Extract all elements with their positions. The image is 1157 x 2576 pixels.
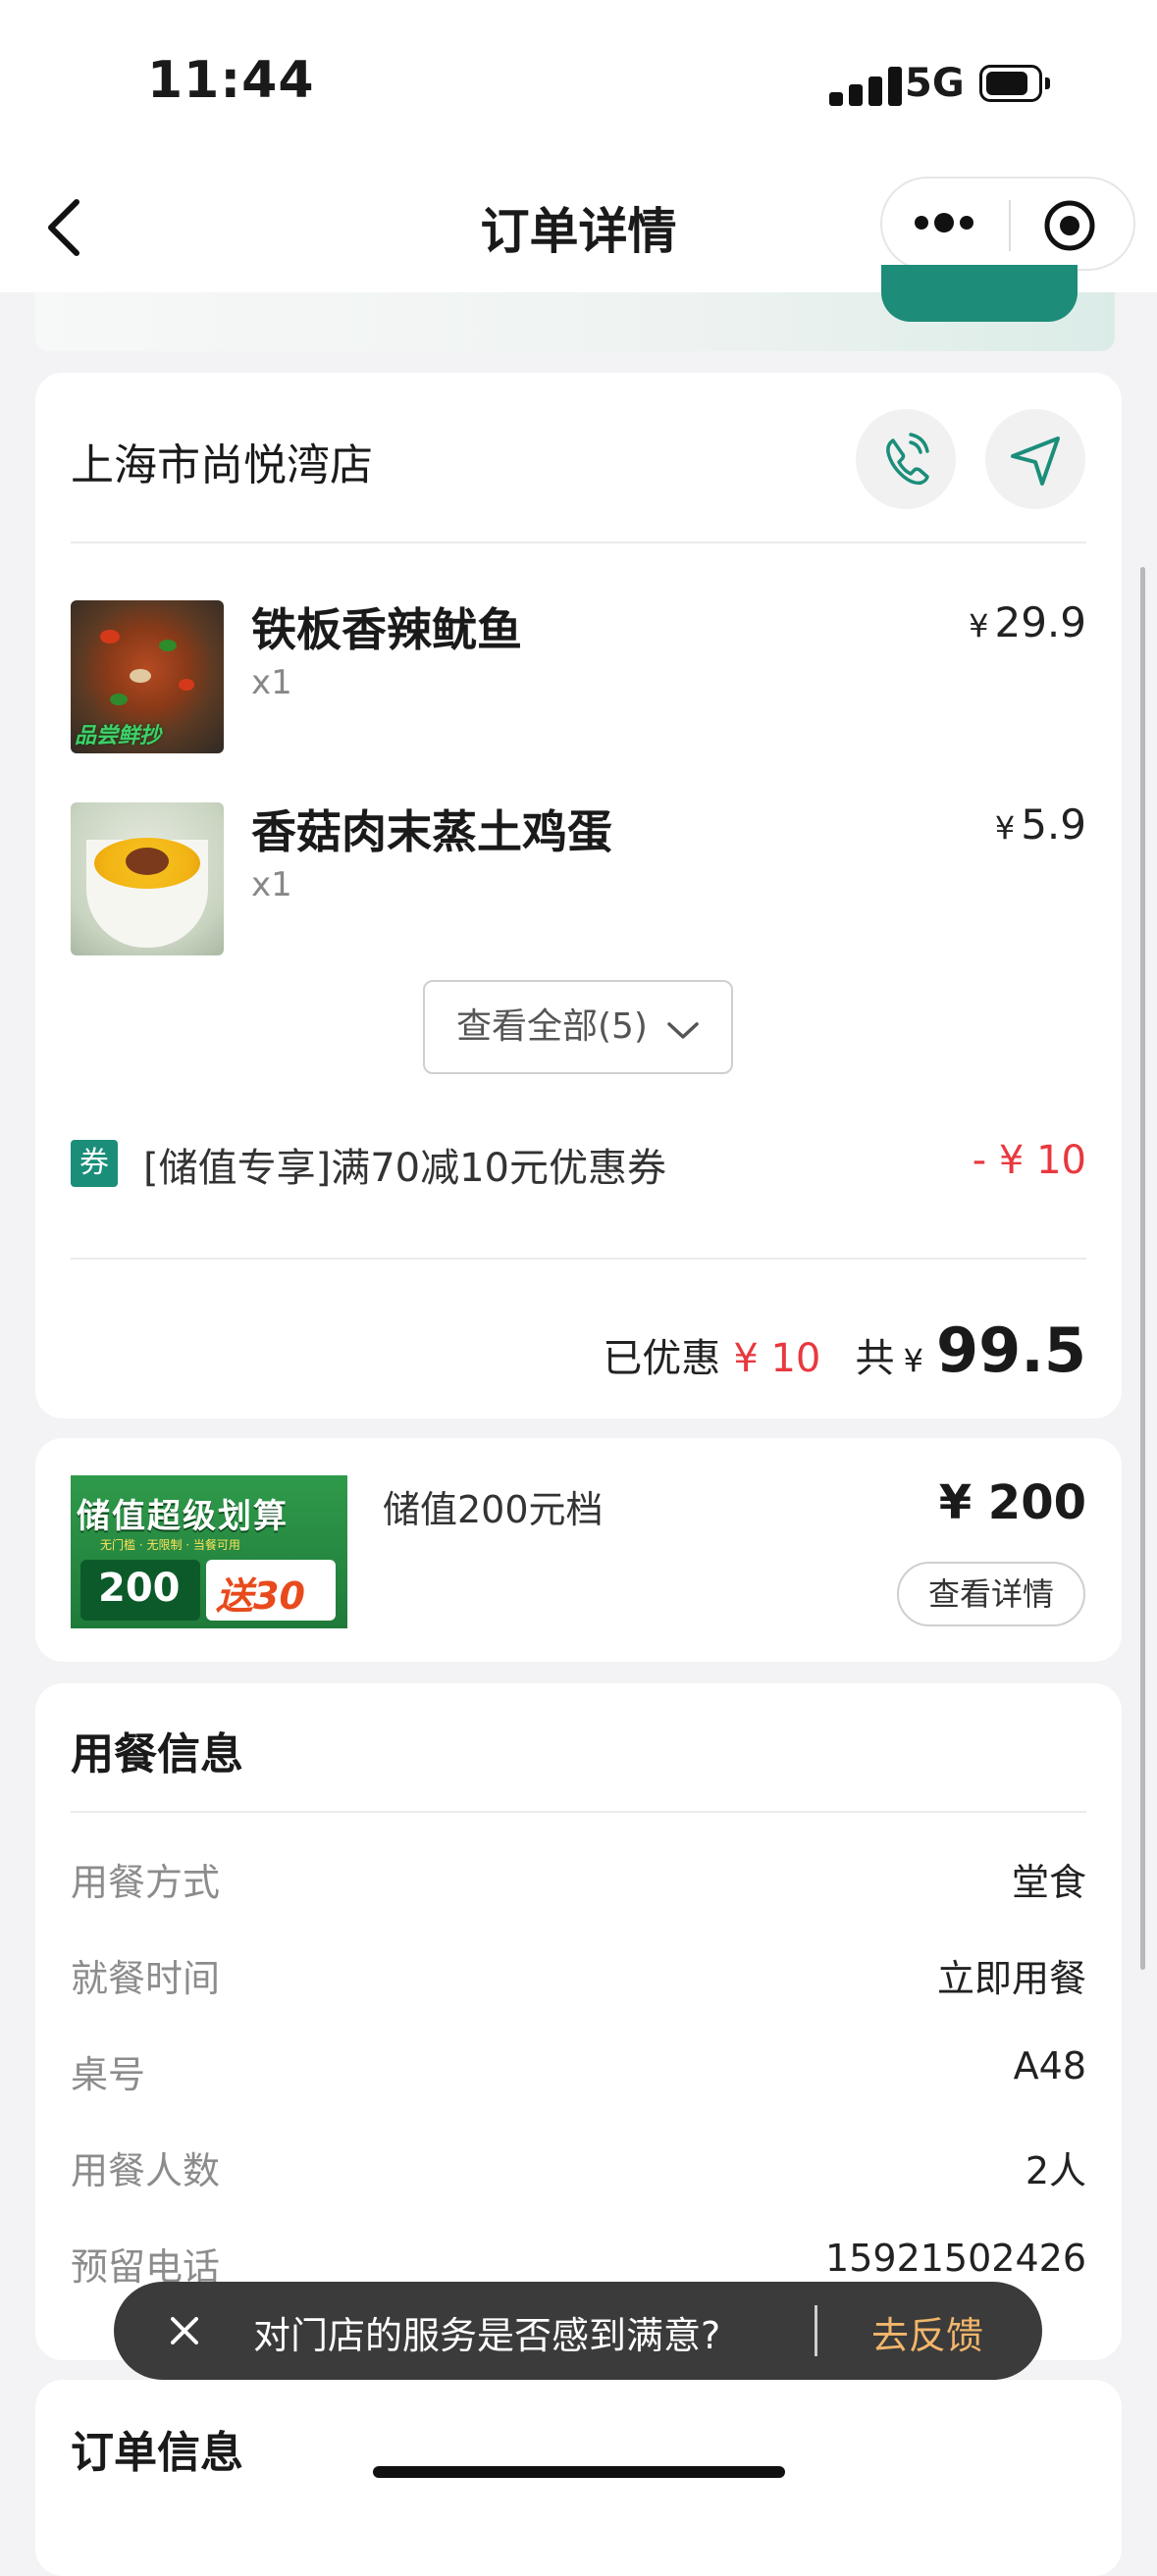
coupon-badge: 券 <box>71 1140 118 1187</box>
promo-image-bonus: 送30 <box>216 1574 305 1618</box>
total-currency: ¥ <box>903 1342 923 1379</box>
dining-time-value: 立即用餐 <box>936 1957 1086 2000</box>
stored-value-price: ¥ 200 <box>938 1475 1086 1530</box>
divider <box>71 1811 1086 1813</box>
close-mini-program-button[interactable] <box>1042 198 1097 253</box>
home-indicator[interactable] <box>373 2466 785 2478</box>
discount-label: 已优惠 <box>603 1336 721 1381</box>
network-type: 5G <box>905 61 965 106</box>
navigate-to-store-button[interactable] <box>985 409 1085 509</box>
coupon-name: [储值专享]满70减10元优惠券 <box>143 1146 667 1191</box>
item-image-squid: 品尝鲜抄 <box>71 600 224 753</box>
item-image-steamed-egg <box>71 802 224 955</box>
toast-divider <box>815 2305 817 2356</box>
item-price: ¥29.9 <box>969 598 1086 646</box>
order-info-title: 订单信息 <box>71 2428 243 2478</box>
phone-value: 15921502426 <box>825 2237 1086 2280</box>
coupon-discount: - ¥ 10 <box>972 1138 1086 1183</box>
call-store-button[interactable] <box>856 409 956 509</box>
item-image-tag: 品尝鲜抄 <box>75 724 162 748</box>
stored-value-promo-image: 储值超级划算 无门槛 · 无限制 · 当餐可用 200 送30 <box>71 1475 347 1628</box>
battery-icon <box>979 65 1050 102</box>
view-all-label: 查看全部(5) <box>455 1006 648 1047</box>
toast-close-button[interactable] <box>157 2303 212 2358</box>
table-number-label: 桌号 <box>71 2053 146 2096</box>
total-amount: 99.5 <box>936 1314 1086 1386</box>
item-quantity: x1 <box>251 865 292 904</box>
total-label: 共 <box>855 1336 895 1381</box>
navigation-arrow-icon <box>1011 437 1060 486</box>
scrollbar[interactable] <box>1140 567 1145 1970</box>
view-details-button[interactable]: 查看详情 <box>897 1562 1085 1626</box>
close-icon <box>171 2317 198 2344</box>
item-name: 铁板香辣鱿鱼 <box>251 603 522 656</box>
discount-value: ¥ 10 <box>733 1336 821 1381</box>
item-name: 香菇肉末蒸土鸡蛋 <box>251 805 612 858</box>
divider <box>71 541 1086 543</box>
store-name: 上海市尚悦湾店 <box>71 440 373 490</box>
chevron-down-icon <box>667 1021 699 1039</box>
guest-count-label: 用餐人数 <box>71 2149 221 2192</box>
guest-count-value: 2人 <box>1025 2149 1086 2192</box>
phone-icon <box>886 433 929 486</box>
promo-image-amount: 200 <box>98 1566 181 1611</box>
dining-mode-label: 用餐方式 <box>71 1861 221 1904</box>
table-number-value: A48 <box>1013 2044 1086 2087</box>
divider <box>71 1258 1086 1260</box>
give-feedback-link[interactable]: 去反馈 <box>871 2305 983 2359</box>
order-total-row: 已优惠 ¥ 10 共 ¥ 99.5 <box>603 1314 1086 1386</box>
item-quantity: x1 <box>251 663 292 702</box>
dining-mode-value: 堂食 <box>1011 1861 1086 1904</box>
target-icon <box>1044 200 1095 251</box>
toast-message: 对门店的服务是否感到满意? <box>253 2314 721 2357</box>
dining-info-title: 用餐信息 <box>71 1729 243 1779</box>
status-time: 11:44 <box>147 51 315 110</box>
stored-value-title: 储值200元档 <box>383 1488 604 1531</box>
item-price: ¥5.9 <box>994 800 1086 849</box>
dining-time-label: 就餐时间 <box>71 1957 221 2000</box>
promo-image-title: 储值超级划算 <box>77 1497 289 1536</box>
promo-image-subtitle: 无门槛 · 无限制 · 当餐可用 <box>100 1538 240 1552</box>
more-menu-button[interactable] <box>915 208 973 237</box>
view-all-items-button[interactable]: 查看全部(5) <box>423 980 733 1074</box>
header-banner-button[interactable] <box>881 265 1078 322</box>
